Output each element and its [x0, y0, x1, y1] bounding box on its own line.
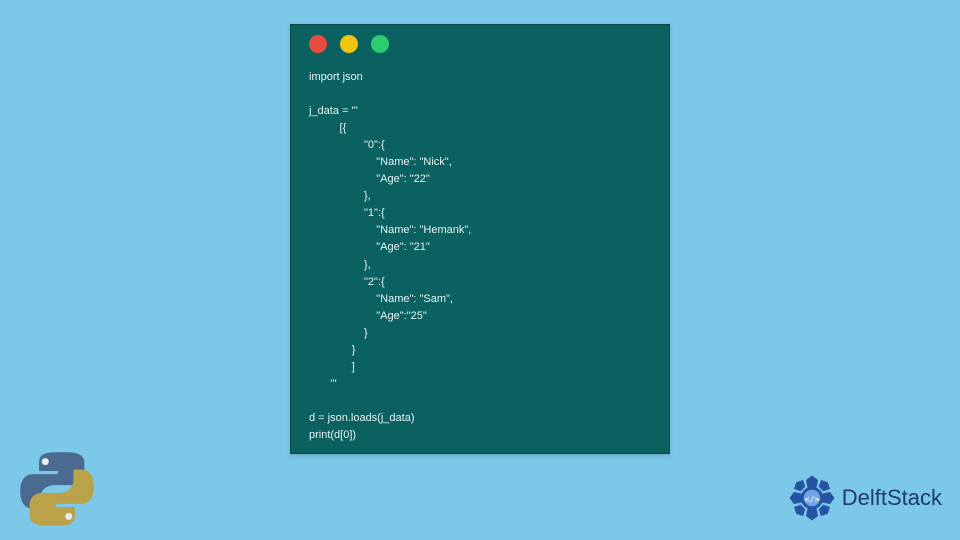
- delftstack-logo-icon: </>: [788, 474, 836, 522]
- svg-text:</>: </>: [804, 494, 819, 504]
- code-block: import json j_data = ''' [{ "0":{ "Name"…: [291, 63, 669, 454]
- delftstack-brand: </> DelftStack: [788, 474, 942, 522]
- python-logo-icon: [14, 446, 100, 532]
- window-titlebar: [291, 25, 669, 63]
- code-window: import json j_data = ''' [{ "0":{ "Name"…: [290, 24, 670, 454]
- maximize-icon[interactable]: [371, 35, 389, 53]
- delftstack-name: DelftStack: [842, 485, 942, 511]
- minimize-icon[interactable]: [340, 35, 358, 53]
- close-icon[interactable]: [309, 35, 327, 53]
